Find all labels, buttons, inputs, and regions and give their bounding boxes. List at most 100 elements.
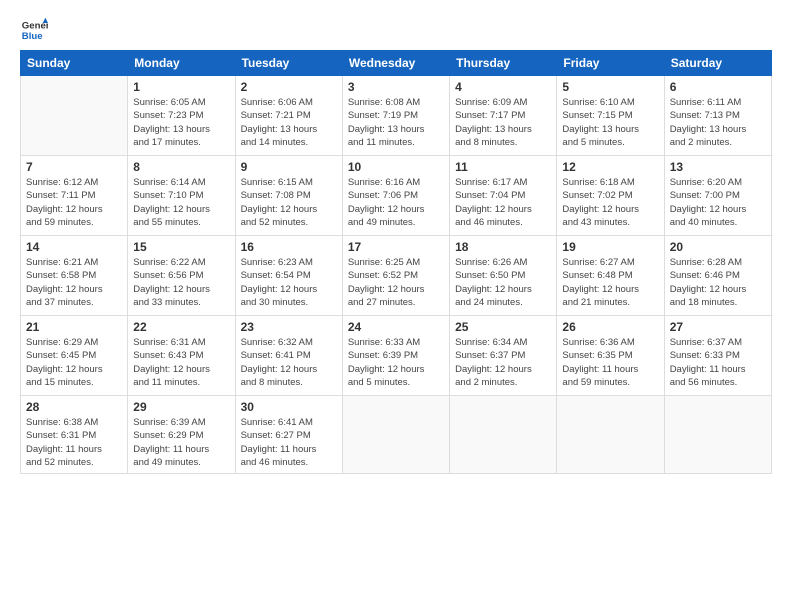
day-number: 23 bbox=[241, 320, 337, 334]
calendar-cell: 6 Sunrise: 6:11 AMSunset: 7:13 PMDaylight… bbox=[664, 76, 771, 156]
day-number: 30 bbox=[241, 400, 337, 414]
day-info: Sunrise: 6:39 AMSunset: 6:29 PMDaylight:… bbox=[133, 416, 229, 469]
day-number: 17 bbox=[348, 240, 444, 254]
weekday-header-monday: Monday bbox=[128, 51, 235, 76]
day-info: Sunrise: 6:25 AMSunset: 6:52 PMDaylight:… bbox=[348, 256, 444, 309]
day-info: Sunrise: 6:06 AMSunset: 7:21 PMDaylight:… bbox=[241, 96, 337, 149]
calendar-cell: 25Sunrise: 6:34 AMSunset: 6:37 PMDayligh… bbox=[450, 316, 557, 396]
calendar-cell: 15 Sunrise: 6:22 AMSunset: 6:56 PMDayligh… bbox=[128, 236, 235, 316]
day-info: Sunrise: 6:41 AMSunset: 6:27 PMDaylight:… bbox=[241, 416, 337, 469]
day-number: 25 bbox=[455, 320, 551, 334]
weekday-header-thursday: Thursday bbox=[450, 51, 557, 76]
calendar-cell: 22Sunrise: 6:31 AMSunset: 6:43 PMDayligh… bbox=[128, 316, 235, 396]
day-number: 28 bbox=[26, 400, 122, 414]
day-number: 8 bbox=[133, 160, 229, 174]
day-number: 6 bbox=[670, 80, 766, 94]
page: General Blue SundayMondayTuesdayWednesda… bbox=[0, 0, 792, 612]
calendar-cell: 29 Sunrise: 6:39 AMSunset: 6:29 PMDayligh… bbox=[128, 396, 235, 474]
week-row-3: 14 Sunrise: 6:21 AMSunset: 6:58 PMDayligh… bbox=[21, 236, 772, 316]
calendar-cell: 26 Sunrise: 6:36 AMSunset: 6:35 PMDayligh… bbox=[557, 316, 664, 396]
calendar-cell: 18 Sunrise: 6:26 AMSunset: 6:50 PMDayligh… bbox=[450, 236, 557, 316]
day-info: Sunrise: 6:18 AMSunset: 7:02 PMDaylight:… bbox=[562, 176, 658, 229]
day-number: 14 bbox=[26, 240, 122, 254]
svg-text:Blue: Blue bbox=[22, 31, 43, 42]
day-info: Sunrise: 6:36 AMSunset: 6:35 PMDaylight:… bbox=[562, 336, 658, 389]
day-number: 16 bbox=[241, 240, 337, 254]
weekday-header-friday: Friday bbox=[557, 51, 664, 76]
calendar-cell: 7Sunrise: 6:12 AMSunset: 7:11 PMDaylight… bbox=[21, 156, 128, 236]
week-row-2: 7Sunrise: 6:12 AMSunset: 7:11 PMDaylight… bbox=[21, 156, 772, 236]
calendar-cell bbox=[450, 396, 557, 474]
weekday-header-row: SundayMondayTuesdayWednesdayThursdayFrid… bbox=[21, 51, 772, 76]
calendar-cell: 12 Sunrise: 6:18 AMSunset: 7:02 PMDayligh… bbox=[557, 156, 664, 236]
day-number: 18 bbox=[455, 240, 551, 254]
logo-icon: General Blue bbox=[20, 16, 48, 44]
calendar-cell: 21 Sunrise: 6:29 AMSunset: 6:45 PMDayligh… bbox=[21, 316, 128, 396]
calendar-cell: 17 Sunrise: 6:25 AMSunset: 6:52 PMDayligh… bbox=[342, 236, 449, 316]
day-info: Sunrise: 6:10 AMSunset: 7:15 PMDaylight:… bbox=[562, 96, 658, 149]
calendar-cell: 14 Sunrise: 6:21 AMSunset: 6:58 PMDayligh… bbox=[21, 236, 128, 316]
calendar-cell: 8 Sunrise: 6:14 AMSunset: 7:10 PMDaylight… bbox=[128, 156, 235, 236]
day-info: Sunrise: 6:31 AMSunset: 6:43 PMDaylight:… bbox=[133, 336, 229, 389]
day-info: Sunrise: 6:20 AMSunset: 7:00 PMDaylight:… bbox=[670, 176, 766, 229]
calendar-cell: 1 Sunrise: 6:05 AMSunset: 7:23 PMDaylight… bbox=[128, 76, 235, 156]
day-number: 2 bbox=[241, 80, 337, 94]
day-number: 24 bbox=[348, 320, 444, 334]
day-number: 5 bbox=[562, 80, 658, 94]
day-number: 10 bbox=[348, 160, 444, 174]
day-number: 3 bbox=[348, 80, 444, 94]
calendar-cell: 20 Sunrise: 6:28 AMSunset: 6:46 PMDayligh… bbox=[664, 236, 771, 316]
calendar-cell: 23Sunrise: 6:32 AMSunset: 6:41 PMDayligh… bbox=[235, 316, 342, 396]
calendar-cell: 10 Sunrise: 6:16 AMSunset: 7:06 PMDayligh… bbox=[342, 156, 449, 236]
day-number: 11 bbox=[455, 160, 551, 174]
day-number: 13 bbox=[670, 160, 766, 174]
calendar-cell: 27Sunrise: 6:37 AMSunset: 6:33 PMDayligh… bbox=[664, 316, 771, 396]
day-info: Sunrise: 6:33 AMSunset: 6:39 PMDaylight:… bbox=[348, 336, 444, 389]
calendar-cell bbox=[21, 76, 128, 156]
weekday-header-saturday: Saturday bbox=[664, 51, 771, 76]
day-number: 9 bbox=[241, 160, 337, 174]
week-row-1: 1 Sunrise: 6:05 AMSunset: 7:23 PMDaylight… bbox=[21, 76, 772, 156]
day-number: 7 bbox=[26, 160, 122, 174]
day-info: Sunrise: 6:38 AMSunset: 6:31 PMDaylight:… bbox=[26, 416, 122, 469]
calendar-cell: 5 Sunrise: 6:10 AMSunset: 7:15 PMDaylight… bbox=[557, 76, 664, 156]
calendar-cell: 13 Sunrise: 6:20 AMSunset: 7:00 PMDayligh… bbox=[664, 156, 771, 236]
day-info: Sunrise: 6:16 AMSunset: 7:06 PMDaylight:… bbox=[348, 176, 444, 229]
day-info: Sunrise: 6:15 AMSunset: 7:08 PMDaylight:… bbox=[241, 176, 337, 229]
day-info: Sunrise: 6:09 AMSunset: 7:17 PMDaylight:… bbox=[455, 96, 551, 149]
day-number: 20 bbox=[670, 240, 766, 254]
calendar-table: SundayMondayTuesdayWednesdayThursdayFrid… bbox=[20, 50, 772, 474]
day-info: Sunrise: 6:23 AMSunset: 6:54 PMDaylight:… bbox=[241, 256, 337, 309]
day-info: Sunrise: 6:17 AMSunset: 7:04 PMDaylight:… bbox=[455, 176, 551, 229]
calendar-cell: 16 Sunrise: 6:23 AMSunset: 6:54 PMDayligh… bbox=[235, 236, 342, 316]
calendar-cell: 2 Sunrise: 6:06 AMSunset: 7:21 PMDaylight… bbox=[235, 76, 342, 156]
day-info: Sunrise: 6:08 AMSunset: 7:19 PMDaylight:… bbox=[348, 96, 444, 149]
day-info: Sunrise: 6:22 AMSunset: 6:56 PMDaylight:… bbox=[133, 256, 229, 309]
logo: General Blue bbox=[20, 16, 54, 44]
day-number: 21 bbox=[26, 320, 122, 334]
day-number: 1 bbox=[133, 80, 229, 94]
day-number: 15 bbox=[133, 240, 229, 254]
calendar-cell: 28 Sunrise: 6:38 AMSunset: 6:31 PMDayligh… bbox=[21, 396, 128, 474]
calendar-cell: 4 Sunrise: 6:09 AMSunset: 7:17 PMDaylight… bbox=[450, 76, 557, 156]
day-number: 19 bbox=[562, 240, 658, 254]
day-number: 12 bbox=[562, 160, 658, 174]
day-info: Sunrise: 6:21 AMSunset: 6:58 PMDaylight:… bbox=[26, 256, 122, 309]
calendar-cell bbox=[664, 396, 771, 474]
day-info: Sunrise: 6:05 AMSunset: 7:23 PMDaylight:… bbox=[133, 96, 229, 149]
calendar-cell bbox=[557, 396, 664, 474]
day-info: Sunrise: 6:14 AMSunset: 7:10 PMDaylight:… bbox=[133, 176, 229, 229]
day-number: 4 bbox=[455, 80, 551, 94]
day-info: Sunrise: 6:29 AMSunset: 6:45 PMDaylight:… bbox=[26, 336, 122, 389]
calendar-cell: 19Sunrise: 6:27 AMSunset: 6:48 PMDayligh… bbox=[557, 236, 664, 316]
day-info: Sunrise: 6:26 AMSunset: 6:50 PMDaylight:… bbox=[455, 256, 551, 309]
weekday-header-wednesday: Wednesday bbox=[342, 51, 449, 76]
day-info: Sunrise: 6:11 AMSunset: 7:13 PMDaylight:… bbox=[670, 96, 766, 149]
day-info: Sunrise: 6:28 AMSunset: 6:46 PMDaylight:… bbox=[670, 256, 766, 309]
weekday-header-sunday: Sunday bbox=[21, 51, 128, 76]
calendar-cell: 3 Sunrise: 6:08 AMSunset: 7:19 PMDaylight… bbox=[342, 76, 449, 156]
calendar-cell: 9 Sunrise: 6:15 AMSunset: 7:08 PMDaylight… bbox=[235, 156, 342, 236]
day-number: 26 bbox=[562, 320, 658, 334]
day-number: 29 bbox=[133, 400, 229, 414]
day-number: 27 bbox=[670, 320, 766, 334]
